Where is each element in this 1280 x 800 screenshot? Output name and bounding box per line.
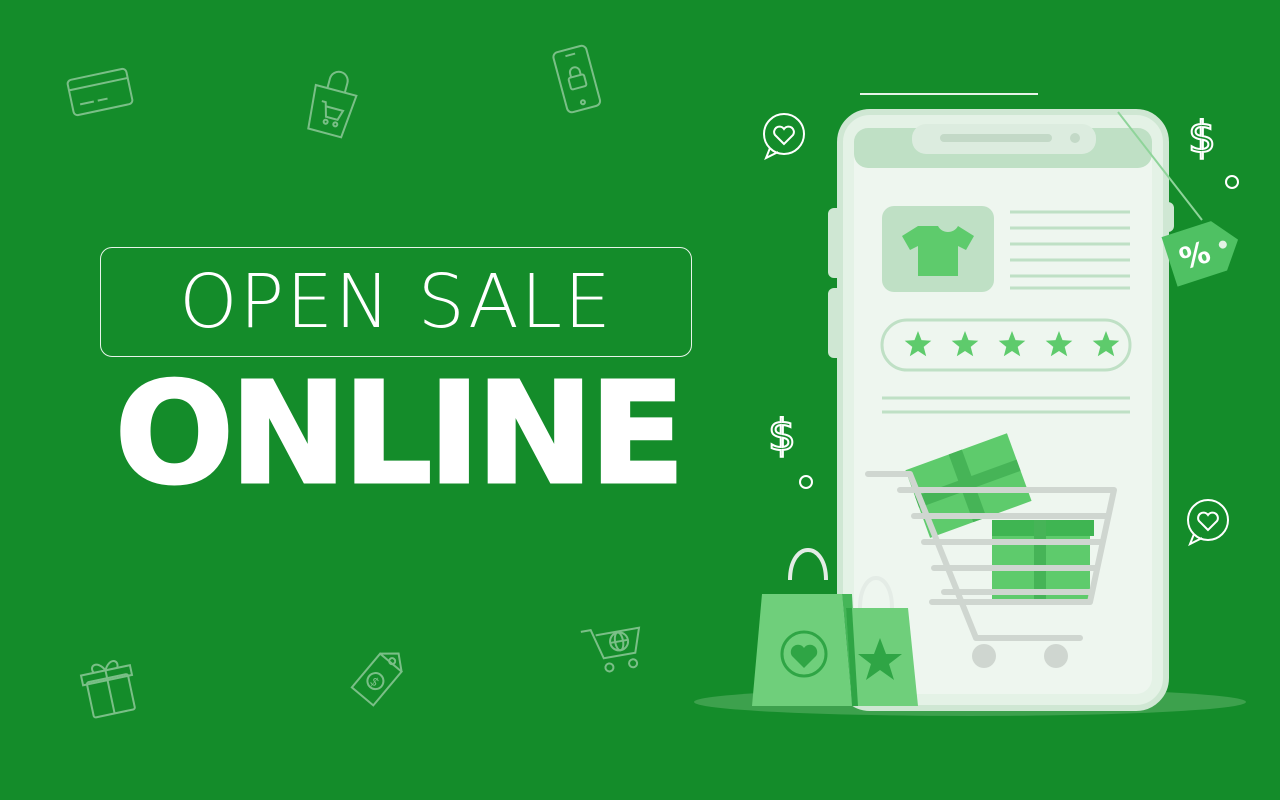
price-tag-icon: $ (350, 652, 403, 707)
heart-chat-icon (763, 113, 805, 161)
credit-card-icon (66, 67, 134, 117)
phone-shopping-illustration: $ $ % (694, 93, 1246, 716)
smartphone-lock-icon (552, 44, 602, 114)
headline-frame: OPEN SALE (100, 247, 692, 357)
sale-banner: $ OPEN SALE ONLINE $ $ % (0, 0, 1280, 800)
cart-wheel (972, 644, 996, 668)
dollar-icon: $ (768, 410, 796, 461)
headline-open-sale: OPEN SALE (179, 259, 613, 345)
decor-dot (1225, 175, 1239, 189)
cart-wheel (1044, 644, 1068, 668)
phone-camera (1070, 133, 1080, 143)
phone-speaker (940, 134, 1052, 142)
decor-dot (799, 475, 813, 489)
shopping-bag-icon (307, 70, 358, 139)
gift-box-icon (79, 660, 136, 719)
discount-tag-icon: % (1161, 221, 1239, 287)
shopping-cart-globe-icon (580, 626, 641, 673)
dollar-icon: $ (1188, 112, 1216, 163)
heart-chat-icon (1187, 499, 1229, 547)
headline-online: ONLINE (113, 353, 686, 516)
